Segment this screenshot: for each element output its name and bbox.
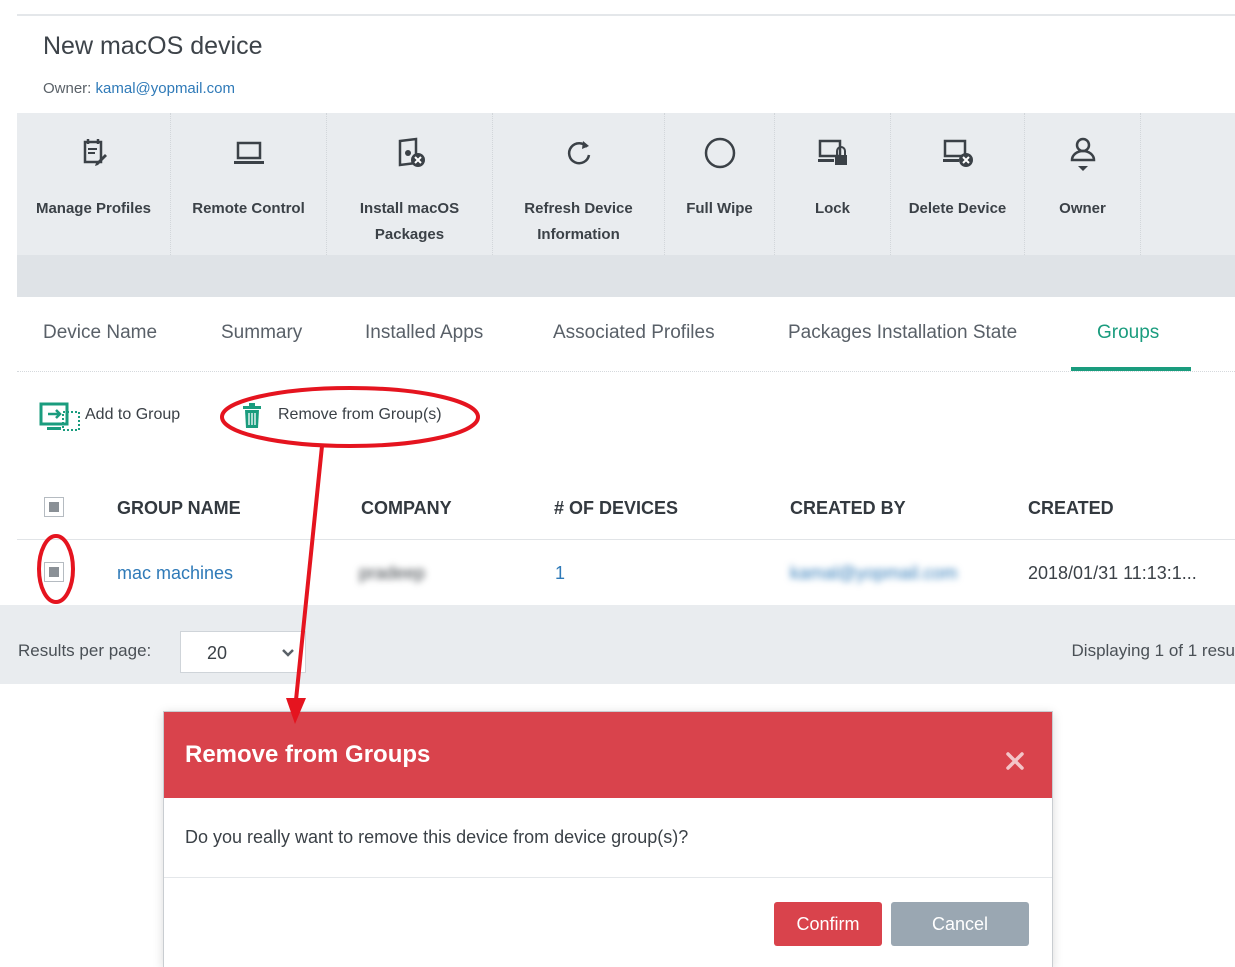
results-per-page-value: 20 <box>207 643 228 663</box>
group-name-link[interactable]: mac machines <box>117 563 233 584</box>
column-header-created-by[interactable]: CREATED BY <box>790 498 906 519</box>
chevron-down-icon <box>282 649 294 657</box>
full-wipe-button[interactable]: Full Wipe <box>665 113 775 255</box>
pagination-bar: Results per page: 20 Displaying 1 of 1 r… <box>0 605 1235 684</box>
select-all-checkbox[interactable] <box>44 497 64 517</box>
column-header-company[interactable]: COMPANY <box>361 498 452 519</box>
row-checkbox[interactable] <box>44 562 64 582</box>
active-tab-indicator <box>1071 367 1191 371</box>
manage-profiles-icon <box>83 139 107 166</box>
circle-icon <box>704 137 735 169</box>
tab-summary[interactable]: Summary <box>221 322 302 344</box>
close-icon[interactable] <box>1002 748 1028 774</box>
column-header-created[interactable]: CREATED <box>1028 498 1114 519</box>
install-macos-packages-button[interactable]: Install macOS Packages <box>327 113 493 255</box>
full-wipe-label: Full Wipe <box>686 200 753 217</box>
install-macos-packages-label: Install macOS Packages <box>359 200 460 243</box>
remote-control-button[interactable]: Remote Control <box>171 113 327 255</box>
created-cell: 2018/01/31 11:13:1... <box>1028 563 1197 583</box>
tab-device-name[interactable]: Device Name <box>43 322 157 344</box>
remove-from-groups-dialog: Remove from Groups Do you really want to… <box>163 711 1053 967</box>
dialog-message: Do you really want to remove this device… <box>185 827 689 847</box>
remove-from-groups-label: Remove from Group(s) <box>278 406 442 423</box>
delete-device-label: Delete Device <box>908 200 1007 217</box>
delete-device-button[interactable]: Delete Device <box>891 113 1025 255</box>
refresh-icon <box>567 141 590 165</box>
column-header-devices[interactable]: # OF DEVICES <box>554 498 678 519</box>
owner-label-text: Owner <box>1059 200 1106 217</box>
owner-email-link[interactable]: kamal@yopmail.com <box>96 80 235 97</box>
dialog-header: Remove from Groups <box>164 712 1052 798</box>
device-count-link[interactable]: 1 <box>555 563 565 584</box>
laptop-icon <box>233 141 264 164</box>
refresh-device-information-button[interactable]: Refresh Device Information <box>493 113 665 255</box>
column-header-group-name[interactable]: GROUP NAME <box>117 498 241 519</box>
separator-band <box>17 255 1235 297</box>
refresh-device-information-label: Refresh Device Information <box>524 200 633 243</box>
owner-button[interactable]: Owner <box>1025 113 1141 255</box>
delete-device-icon <box>942 139 973 167</box>
company-cell: pradeep <box>359 563 426 583</box>
trash-icon <box>243 403 261 428</box>
owner-line: Owner: kamal@yopmail.com <box>43 80 235 97</box>
add-to-group-label: Add to Group <box>85 406 181 423</box>
manage-profiles-button[interactable]: Manage Profiles <box>17 113 171 255</box>
created-by-link[interactable]: kamal@yopmail.com <box>790 563 957 584</box>
device-toolbar: Manage Profiles Remote Control Install m… <box>17 113 1235 255</box>
dialog-body: Do you really want to remove this device… <box>164 798 1052 878</box>
results-per-page-select[interactable]: 20 <box>180 631 306 673</box>
results-per-page-label: Results per page: <box>18 641 152 660</box>
install-package-icon <box>398 137 425 167</box>
lock-button[interactable]: Lock <box>775 113 891 255</box>
lock-device-icon <box>817 139 847 165</box>
device-tabs: Device Name Summary Installed Apps Assoc… <box>17 297 1235 372</box>
group-actions: Add to Group Remove from Group(s) <box>17 372 1235 472</box>
table-header: GROUP NAME COMPANY # OF DEVICES CREATED … <box>17 476 1235 540</box>
confirm-button[interactable]: Confirm <box>774 902 882 946</box>
device-panel: New macOS device Owner: kamal@yopmail.co… <box>0 14 1235 684</box>
lock-label: Lock <box>814 200 850 217</box>
add-to-group-icon <box>39 402 80 431</box>
remote-control-label: Remote Control <box>192 200 305 217</box>
owner-icon <box>1070 137 1095 171</box>
table-row: mac machines pradeep 1 kamal@yopmail.com… <box>17 541 1235 605</box>
manage-profiles-label: Manage Profiles <box>35 200 152 217</box>
tab-installed-apps[interactable]: Installed Apps <box>365 322 483 344</box>
results-info: Displaying 1 of 1 results <box>1071 641 1235 660</box>
tab-associated-profiles[interactable]: Associated Profiles <box>553 322 715 344</box>
owner-label: Owner: <box>43 80 96 97</box>
cancel-button[interactable]: Cancel <box>891 902 1029 946</box>
tab-groups[interactable]: Groups <box>1097 322 1159 344</box>
page-title: New macOS device <box>43 32 263 60</box>
tab-packages-installation-state[interactable]: Packages Installation State <box>788 322 1017 344</box>
dialog-title: Remove from Groups <box>185 741 431 768</box>
